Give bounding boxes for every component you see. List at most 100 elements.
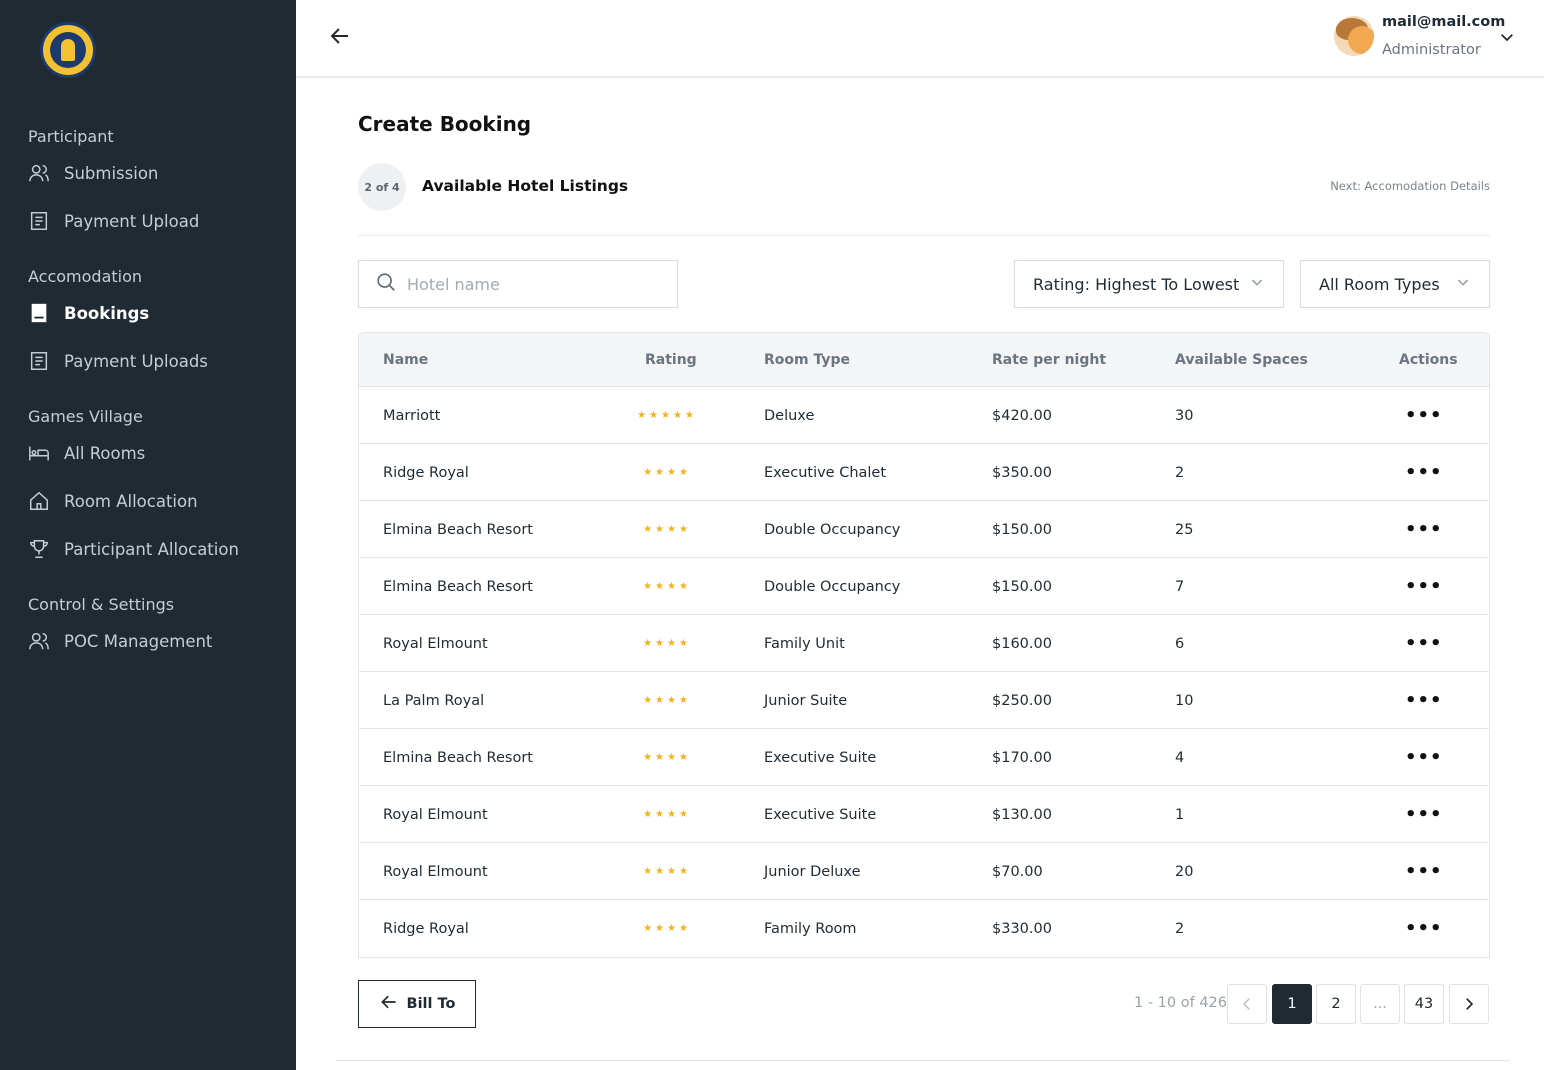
rate-per-night: $330.00	[992, 920, 1052, 937]
more-options-icon[interactable]: •••	[1405, 690, 1443, 711]
star-rating-icon: ★★★★	[643, 866, 691, 877]
star-rating-icon: ★★★★	[643, 524, 691, 535]
back-arrow-icon[interactable]	[328, 24, 352, 48]
sidebar-item-poc-management[interactable]: POC Management	[28, 625, 212, 657]
more-options-icon[interactable]: •••	[1405, 918, 1443, 939]
rating-cell: ★★★★	[595, 581, 739, 592]
table-row[interactable]: Ridge Royal ★★★★ Family Room $330.00 2 •••	[359, 900, 1489, 957]
sidebar-item-label: Bookings	[64, 303, 150, 323]
logo-icon[interactable]	[40, 22, 96, 78]
room-type: Junior Suite	[764, 692, 848, 709]
row-actions-cell: •••	[1405, 615, 1443, 672]
sort-select[interactable]: Rating: Highest To Lowest	[1014, 260, 1284, 308]
sidebar-item-all-rooms[interactable]: All Rooms	[28, 437, 145, 469]
pagination-prev-button[interactable]	[1227, 984, 1267, 1024]
chevron-down-icon[interactable]	[1498, 28, 1516, 46]
bill-to-button[interactable]: Bill To	[358, 980, 476, 1028]
room-type: Junior Deluxe	[764, 863, 861, 880]
room-type: Double Occupancy	[764, 521, 901, 538]
star-rating-icon: ★★★★	[643, 638, 691, 649]
row-actions-cell: •••	[1405, 786, 1443, 843]
rate-per-night: $170.00	[992, 749, 1052, 766]
pagination-page-2[interactable]: 2	[1316, 984, 1356, 1024]
row-actions-cell: •••	[1405, 444, 1443, 501]
row-actions-cell: •••	[1405, 900, 1443, 957]
divider	[358, 235, 1490, 236]
rating-cell: ★★★★★	[595, 410, 739, 421]
pagination-page-43[interactable]: 43	[1404, 984, 1444, 1024]
available-spaces: 2	[1175, 464, 1185, 481]
sidebar-item-label: Room Allocation	[64, 491, 198, 511]
sidebar-item-bookings[interactable]: Bookings	[28, 297, 149, 329]
rating-stars: ★★★★★	[359, 387, 975, 444]
more-options-icon[interactable]: •••	[1405, 576, 1443, 597]
pagination-page-1[interactable]: 1	[1272, 984, 1312, 1024]
rate-per-night: $150.00	[992, 578, 1052, 595]
star-rating-icon: ★★★★	[643, 809, 691, 820]
column-header-rate[interactable]: Rate per night	[992, 352, 1106, 368]
more-options-icon[interactable]: •••	[1405, 462, 1443, 483]
row-actions-cell: •••	[1405, 672, 1443, 729]
column-header-room-type[interactable]: Room Type	[764, 352, 850, 368]
sidebar-item-room-allocation[interactable]: Room Allocation	[28, 485, 198, 517]
table-row[interactable]: Ridge Royal ★★★★ Executive Chalet $350.00 2 •…	[359, 444, 1489, 501]
rate-per-night: $420.00	[992, 407, 1052, 424]
star-rating-icon: ★★★★	[643, 923, 691, 934]
rating-cell: ★★★★	[595, 638, 739, 649]
sidebar-item-payment-uploads[interactable]: Payment Uploads	[28, 345, 208, 377]
rating-cell: ★★★★	[595, 695, 739, 706]
table-row[interactable]: Marriott ★★★★★ Deluxe $420.00 30 •••	[359, 387, 1489, 444]
table-row[interactable]: Elmina Beach Resort ★★★★ Double Occupancy $…	[359, 558, 1489, 615]
table-row[interactable]: Royal Elmount ★★★★ Junior Deluxe $70.00 20 ••…	[359, 843, 1489, 900]
sidebar-item-label: Payment Upload	[64, 211, 200, 231]
row-actions-cell: •••	[1405, 729, 1443, 786]
avatar[interactable]	[1334, 16, 1374, 56]
room-type: Executive Suite	[764, 806, 877, 823]
more-options-icon[interactable]: •••	[1405, 405, 1443, 426]
sidebar-item-participant-allocation[interactable]: Participant Allocation	[28, 533, 239, 565]
star-rating-icon: ★★★★★	[637, 410, 697, 421]
sidebar-item-payment-upload[interactable]: Payment Upload	[28, 205, 199, 237]
row-actions-cell: •••	[1405, 501, 1443, 558]
sidebar-item-label: Participant Allocation	[64, 539, 239, 559]
arrow-left-icon	[379, 992, 399, 1016]
more-options-icon[interactable]: •••	[1405, 804, 1443, 825]
search-input[interactable]	[407, 274, 657, 294]
column-header-rating[interactable]: Rating	[645, 352, 697, 368]
hotel-table: Name Rating Room Type Rate per night Ava…	[358, 332, 1490, 958]
rating-cell: ★★★★	[595, 809, 739, 820]
room-type: Family Room	[764, 920, 857, 937]
chevron-right-icon	[1466, 998, 1474, 1010]
section-label-games-village: Games Village	[28, 407, 143, 426]
more-options-icon[interactable]: •••	[1405, 633, 1443, 654]
column-header-available-spaces[interactable]: Available Spaces	[1175, 352, 1308, 368]
table-row[interactable]: La Palm Royal ★★★★ Junior Suite $250.00 10 ••…	[359, 672, 1489, 729]
section-label-accomodation: Accomodation	[28, 267, 143, 286]
sidebar-item-label: POC Management	[64, 631, 213, 651]
bill-to-label: Bill To	[406, 996, 456, 1012]
room-type: Double Occupancy	[764, 578, 901, 595]
rating-stars: ★★★★	[359, 729, 975, 786]
row-actions-cell: •••	[1405, 843, 1443, 900]
sort-select-value: Rating: Highest To Lowest	[1033, 274, 1240, 294]
row-actions-cell: •••	[1405, 387, 1443, 444]
table-row[interactable]: Royal Elmount ★★★★ Family Unit $160.00 6 •••	[359, 615, 1489, 672]
room-type-select[interactable]: All Room Types	[1300, 260, 1490, 308]
sidebar-item-label: All Rooms	[64, 443, 146, 463]
search-field[interactable]	[358, 260, 678, 308]
rate-per-night: $150.00	[992, 521, 1052, 538]
logo-emblem	[50, 32, 86, 68]
sidebar-item-submission[interactable]: Submission	[28, 157, 158, 189]
more-options-icon[interactable]: •••	[1405, 747, 1443, 768]
table-row[interactable]: Elmina Beach Resort ★★★★ Double Occupancy $…	[359, 501, 1489, 558]
table-row[interactable]: Elmina Beach Resort ★★★★ Executive Suite $1…	[359, 729, 1489, 786]
column-header-name[interactable]: Name	[383, 352, 428, 368]
more-options-icon[interactable]: •••	[1405, 861, 1443, 882]
rating-stars: ★★★★	[359, 615, 975, 672]
available-spaces: 25	[1175, 521, 1194, 538]
pagination-next-button[interactable]	[1449, 984, 1489, 1024]
trophy-icon	[28, 538, 50, 560]
table-row[interactable]: Royal Elmount ★★★★ Executive Suite $130.00 1…	[359, 786, 1489, 843]
rating-cell: ★★★★	[595, 467, 739, 478]
more-options-icon[interactable]: •••	[1405, 519, 1443, 540]
